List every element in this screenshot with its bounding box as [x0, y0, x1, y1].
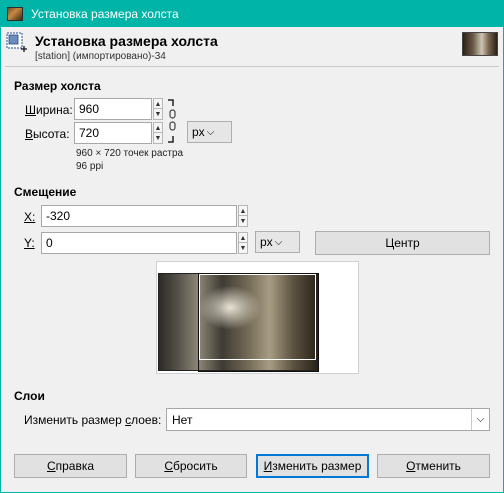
image-app-icon — [7, 6, 23, 21]
triangle-down-icon[interactable]: ▼ — [238, 243, 248, 254]
size-unit-select[interactable]: px ⌵ — [187, 121, 232, 143]
resize-layers-value: Нет — [172, 413, 193, 427]
offset-x-label: X: — [24, 210, 36, 224]
triangle-down-icon[interactable]: ▼ — [153, 109, 163, 120]
canvas-frame — [199, 274, 316, 360]
offset-x-spinner[interactable]: ▲ ▼ — [238, 205, 248, 227]
offset-unit-value: px — [260, 235, 273, 249]
help-button[interactable]: Справка — [14, 454, 127, 478]
offset-section-label: Смещение — [14, 185, 77, 199]
size-unit-value: px — [192, 125, 205, 139]
triangle-down-icon[interactable]: ▼ — [238, 216, 248, 227]
dialog-title: Установка размера холста — [35, 33, 218, 49]
cancel-button[interactable]: Отменить — [377, 454, 490, 478]
offset-unit-select[interactable]: px ⌵ — [255, 231, 300, 253]
triangle-up-icon[interactable]: ▲ — [153, 98, 163, 109]
layers-section-label: Слои — [14, 389, 45, 403]
height-label: Высота: — [25, 127, 70, 141]
resize-layers-label: Изменить размер слоев: — [24, 413, 162, 427]
offset-y-label: Y: — [24, 236, 35, 250]
width-input[interactable]: 960 — [74, 98, 152, 120]
resize-button[interactable]: Изменить размер — [256, 454, 369, 478]
triangle-down-icon[interactable]: ▼ — [153, 133, 163, 144]
header-separator — [5, 66, 499, 67]
resolution-info: 96 ppi — [76, 161, 104, 172]
window-title: Установка размера холста — [31, 6, 179, 21]
canvas-size-section-label: Размер холста — [14, 79, 101, 93]
window-titlebar[interactable]: Установка размера холста — [0, 0, 504, 27]
canvas-size-icon — [6, 32, 27, 52]
chevron-down-icon: ⌵ — [274, 236, 283, 248]
chevron-down-icon: ⌵ — [206, 126, 215, 138]
center-button[interactable]: Центр — [315, 231, 490, 255]
offset-y-spinner[interactable]: ▲ ▼ — [238, 232, 248, 254]
resize-layers-select[interactable]: Нет ⌵ — [166, 408, 490, 431]
width-spinner[interactable]: ▲ ▼ — [153, 98, 163, 120]
triangle-up-icon[interactable]: ▲ — [238, 232, 248, 243]
dialog-header: Установка размера холста [station] (импо… — [0, 27, 504, 65]
height-spinner[interactable]: ▲ ▼ — [153, 122, 163, 144]
image-name: [station] (импортировано)-34 — [35, 51, 166, 62]
chevron-down-icon: ⌵ — [471, 409, 489, 430]
width-label: Ширина: — [25, 103, 73, 117]
triangle-up-icon[interactable]: ▲ — [153, 122, 163, 133]
chain-link-icon[interactable] — [166, 98, 178, 144]
offset-x-input[interactable]: -320 — [41, 205, 237, 227]
triangle-up-icon[interactable]: ▲ — [238, 205, 248, 216]
height-input[interactable]: 720 — [74, 122, 152, 144]
image-thumbnail — [462, 32, 498, 56]
pixel-dimensions-info: 960 × 720 точек растра — [76, 148, 184, 159]
offset-y-input[interactable]: 0 — [41, 232, 237, 254]
reset-button[interactable]: Сбросить — [135, 454, 247, 478]
